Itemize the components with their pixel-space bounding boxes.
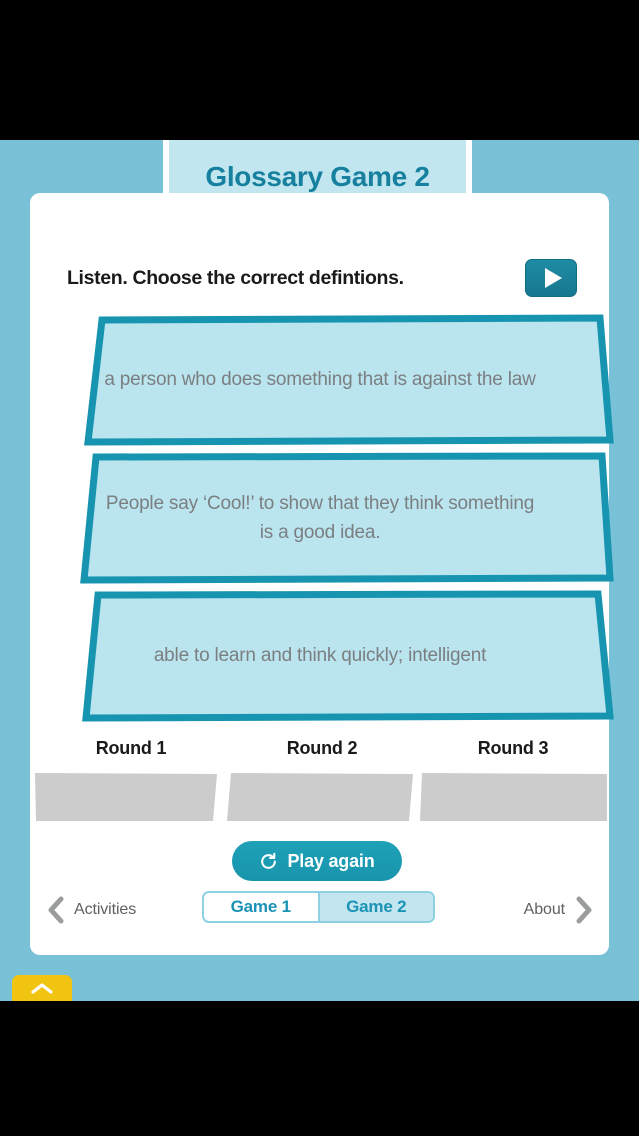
chevron-up-icon — [31, 982, 53, 994]
round-label: Round 3 — [477, 738, 549, 758]
nav-prev-activities[interactable]: Activities — [46, 890, 136, 930]
content-panel: Listen. Choose the correct defintions. a… — [30, 193, 614, 955]
round-label: Round 1 — [95, 738, 167, 758]
round-slot-shape — [35, 773, 217, 821]
round-slot[interactable] — [35, 773, 227, 822]
round-slot[interactable] — [226, 773, 418, 822]
answer-card-text: People say ‘Cool!’ to show that they thi… — [105, 492, 535, 543]
play-again-label: Play again — [287, 850, 375, 871]
round-slot-shape — [227, 773, 413, 821]
answer-card[interactable]: able to learn and think quickly; intelli… — [52, 590, 614, 722]
round-slot[interactable] — [417, 773, 609, 822]
play-audio-button[interactable] — [525, 259, 577, 297]
tab-game-1[interactable]: Game 1 — [204, 893, 318, 921]
tab-game-2[interactable]: Game 2 — [317, 893, 433, 921]
chevron-left-icon — [48, 896, 64, 924]
chevron-right-icon — [576, 896, 592, 924]
nav-next-about[interactable]: About — [524, 890, 593, 930]
pull-up-tab[interactable] — [12, 975, 72, 1001]
rounds-section: Round 1 Round 2 Round 3 — [30, 738, 609, 823]
round-column: Round 1 — [35, 738, 227, 822]
nav-next-label: About — [523, 901, 565, 918]
answer-card-text: able to learn and think quickly; intelli… — [153, 645, 487, 667]
bottom-nav: Activities Game 1 Game 2 About — [30, 890, 609, 938]
page-title: Glossary Game 2 — [205, 161, 430, 192]
play-again-button[interactable]: Play again — [232, 841, 402, 881]
round-column: Round 2 — [226, 738, 418, 822]
instruction-text: Listen. Choose the correct defintions. — [67, 266, 404, 289]
answer-card[interactable]: a person who does something that is agai… — [52, 314, 614, 446]
nav-prev-label: Activities — [74, 901, 137, 918]
round-column: Round 3 — [417, 738, 609, 822]
instruction-row: Listen. Choose the correct defintions. — [67, 255, 577, 301]
round-label: Round 2 — [286, 738, 358, 758]
play-icon — [544, 268, 562, 288]
answer-card[interactable]: People say ‘Cool!’ to show that they thi… — [52, 452, 614, 584]
answer-card-text: a person who does something that is agai… — [104, 369, 536, 391]
screen: Glossary Game 2 Listen. Choose the corre… — [0, 0, 639, 1136]
round-slot-shape — [420, 773, 607, 821]
refresh-icon — [261, 852, 277, 869]
game-toggle: Game 1 Game 2 — [202, 891, 435, 923]
